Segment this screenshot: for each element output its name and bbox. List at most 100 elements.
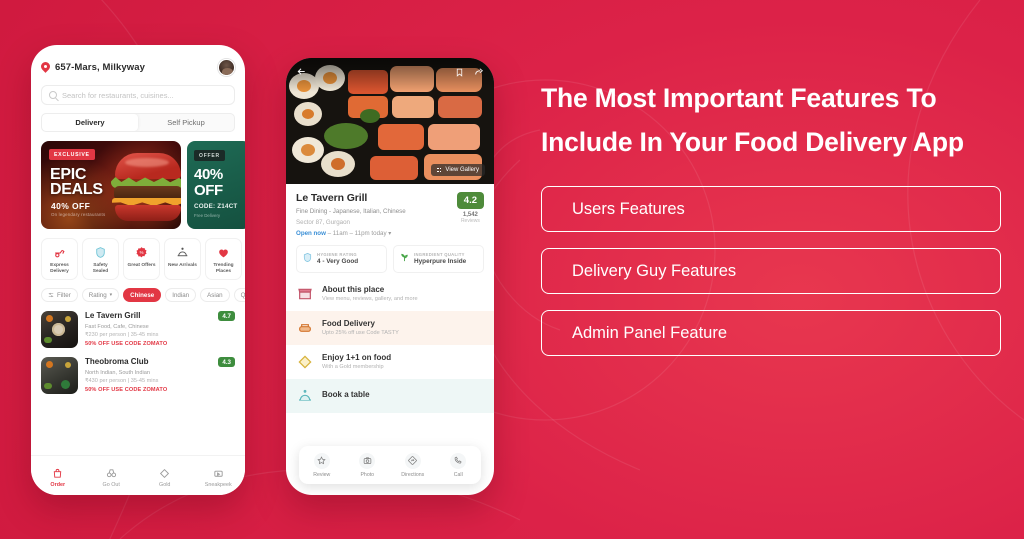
menu-item-book-table[interactable]: Book a table [286,378,494,413]
admin-panel-feature-button[interactable]: Admin Panel Feature [541,310,1001,356]
nav-label: Gold [159,482,171,488]
restaurant-list-item[interactable]: Le Tavern Grill 4.7 Fast Food, Cafe, Chi… [41,311,235,348]
restaurant-thumbnail [41,357,78,394]
action-label: Review [313,471,331,478]
category-express-delivery[interactable]: Express Delivery [41,238,78,280]
menu-item-about[interactable]: About this place View menu, reviews, gal… [286,277,494,311]
offer-tag: OFFER [194,150,225,161]
chip-asian[interactable]: Asian [200,288,230,302]
rating-value: 4.2 [456,192,484,209]
action-label: Call [453,471,463,478]
badge-title: HYGIENE RATING [317,252,357,257]
menu-item-gold-offer[interactable]: Enjoy 1+1 on food With a Gold membership [286,345,494,379]
express-delivery-icon [44,244,75,261]
menu-item-subtitle: Upto 25% off use Code TASTY [322,330,399,337]
tab-delivery[interactable]: Delivery [42,114,138,131]
action-directions[interactable]: Directions [390,452,436,478]
review-label: Reviews [460,218,480,224]
rating-badge: 4.7 [218,311,235,321]
location-row[interactable]: 657-Mars, Milkyway [31,45,245,76]
restaurant-meta: ₹430 per person | 35-45 mins [85,378,159,384]
nav-order[interactable]: Order [31,466,85,488]
nav-label: Sneakpeek [204,482,232,488]
chip-more[interactable]: Q [233,288,245,302]
rating-block[interactable]: 4.2 1,542 Reviews [456,192,484,224]
action-review[interactable]: Review [299,452,345,478]
open-status: Open now [296,229,326,237]
back-arrow-icon[interactable] [296,64,307,82]
svg-text:%: % [140,250,144,255]
store-icon [296,285,314,303]
restaurant-list-item[interactable]: Theobroma Club 4.3 North Indian, South I… [41,357,235,394]
camera-icon [359,452,376,469]
page-title: The Most Important Features To Include I… [541,83,964,157]
nav-go-out[interactable]: Go Out [85,466,139,488]
bag-icon [31,466,85,480]
shield-icon [85,244,116,261]
opening-hours[interactable]: Open now – 11am – 11pm today ▾ [296,230,457,237]
hygiene-rating-badge[interactable]: HYGIENE RATING 4 - Very Good [296,244,387,273]
menu-item-food-delivery[interactable]: Food Delivery Upto 25% off use Code TAST… [286,310,494,345]
chip-filter[interactable]: Filter [41,288,78,302]
chip-indian[interactable]: Indian [165,288,197,302]
chip-chinese[interactable]: Chinese [123,288,162,302]
action-call[interactable]: Call [436,452,482,478]
bottom-navigation: Order Go Out Gold Sneakpeek [31,455,245,495]
star-icon [313,452,330,469]
nav-gold[interactable]: Gold [138,466,192,488]
chip-label: Indian [172,291,190,299]
offer-card[interactable]: OFFER 40% OFF CODE: Z14CT Free Delivery [187,141,245,229]
heart-icon [208,244,239,261]
epic-deals-banner[interactable]: EXCLUSIVE EPIC DEALS 40% OFF On legendar… [41,141,181,229]
filter-chip-row: Filter Rating ▾ Chinese Indian Asian Q [41,288,245,302]
banner-title: EPIC DEALS [50,167,103,198]
nav-sneakpeek[interactable]: Sneakpeek [192,466,246,488]
offer-fineprint: Free Delivery [194,213,221,218]
category-safety-sealed[interactable]: Safety Sealed [82,238,119,280]
menu-item-subtitle: With a Gold membership [322,364,384,371]
action-label: Photo [360,471,375,478]
offer-code: CODE: Z14CT [194,203,238,210]
badge-title: INGREDIENT QUALITY [414,252,465,257]
category-great-offers[interactable]: % Great Offers [123,238,160,280]
nav-label: Go Out [102,482,120,488]
restaurant-summary: Le Tavern Grill Fine Dining - Japanese, … [286,184,494,237]
feature-button-list: Users Features Delivery Guy Features Adm… [541,186,1001,356]
view-gallery-button[interactable]: View Gallery [431,164,485,176]
share-icon[interactable] [474,64,484,82]
phone-restaurant-detail: View Gallery Le Tavern Grill Fine Dining… [286,58,494,495]
restaurant-offer: 50% OFF USE CODE ZOMATO [85,387,168,393]
chip-rating[interactable]: Rating ▾ [81,288,120,302]
rating-badge: 4.3 [218,357,235,367]
menu-item-title: Book a table [322,389,370,399]
burger-illustration [109,153,181,221]
restaurant-hero-image[interactable]: View Gallery [286,58,494,184]
search-icon [49,91,57,99]
ingredient-quality-badge[interactable]: INGREDIENT QUALITY Hyperpure Inside [393,244,484,273]
restaurant-cuisines: Fast Food, Cafe, Chinese [85,323,149,330]
avatar[interactable] [218,59,235,76]
search-input[interactable]: Search for restaurants, cuisines... [41,85,235,105]
binoculars-icon [85,466,139,480]
action-photo[interactable]: Photo [345,452,391,478]
video-icon [192,466,246,480]
category-new-arrivals[interactable]: New Arrivals [164,238,201,280]
category-trending-places[interactable]: Trending Places [205,238,242,280]
exclusive-tag: EXCLUSIVE [49,149,95,160]
banner-fineprint: On legendary restaurants [51,212,106,217]
bookmark-icon[interactable] [455,64,464,82]
cloche-icon [296,387,314,405]
promo-row: EXCLUSIVE EPIC DEALS 40% OFF On legendar… [41,141,245,229]
category-label: Trending Places [213,263,234,274]
category-row: Express Delivery Safety Sealed % Great O… [41,238,245,280]
nav-label: Order [50,482,66,488]
users-features-button[interactable]: Users Features [541,186,1001,232]
restaurant-meta: ₹230 per person | 35-45 mins [85,332,159,338]
menu-item-title: About this place [322,284,385,294]
search-placeholder: Search for restaurants, cuisines... [62,90,174,100]
chevron-down-icon: ▾ [109,292,113,298]
action-bar: Review Photo Directions Call [299,446,481,484]
menu-item-subtitle: View menu, reviews, gallery, and more [322,296,418,303]
tab-self-pickup[interactable]: Self Pickup [138,114,234,131]
delivery-guy-features-button[interactable]: Delivery Guy Features [541,248,1001,294]
